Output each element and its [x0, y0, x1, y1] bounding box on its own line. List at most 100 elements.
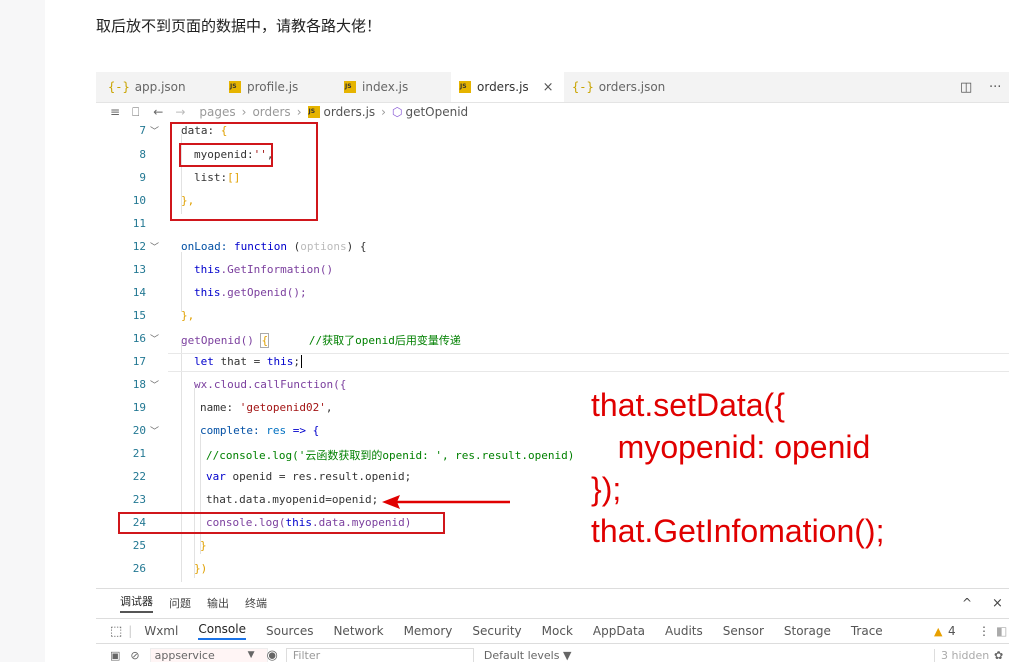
breadcrumb-item[interactable]: orders [252, 105, 290, 119]
line-number: 13 [132, 263, 146, 276]
breadcrumb-item[interactable]: orders.js [324, 105, 376, 119]
devtools-tab-trace[interactable]: Trace [851, 624, 883, 638]
devtools-tab-mock[interactable]: Mock [542, 624, 573, 638]
devtools-tab-appdata[interactable]: AppData [593, 624, 645, 638]
code-token: 'getopenid02' [239, 401, 326, 414]
code-token: var [206, 470, 226, 483]
code-token: let [194, 355, 214, 368]
line-number: 9 [139, 171, 146, 184]
code-token: that = [213, 355, 267, 368]
back-arrow-icon[interactable]: ← [153, 105, 163, 119]
bookmark-icon[interactable]: ⎕ [132, 105, 139, 120]
code-token: .getOpenid(); [220, 286, 307, 299]
panel-tab-debugger[interactable]: 调试器 [120, 593, 153, 613]
hidden-count: 3 hidden [934, 648, 989, 662]
bottom-panel-tabs: 调试器 问题 输出 终端 ^ × [96, 588, 1009, 617]
warning-icon[interactable]: ▲ [934, 625, 942, 638]
line-number: 15 [132, 309, 146, 322]
log-levels-select[interactable]: Default levels ▼ [484, 649, 572, 662]
close-icon[interactable]: × [543, 80, 554, 95]
line-number: 14 [132, 286, 146, 299]
tab-label: orders.json [598, 80, 666, 94]
chevron-down-icon[interactable]: ﹀ [150, 378, 159, 391]
indent-guide [181, 252, 182, 312]
line-number: 21 [132, 447, 146, 460]
gear-icon[interactable]: ✿ [994, 649, 1003, 662]
devtools-tab-sources[interactable]: Sources [266, 624, 313, 638]
line-number: 11 [132, 217, 146, 230]
console-filter-input[interactable]: Filter [285, 647, 474, 662]
tab-index-js[interactable]: index.js [344, 72, 408, 102]
code-token: ; [293, 355, 300, 368]
more-actions-icon[interactable]: ··· [989, 72, 1001, 102]
collapse-panel-icon[interactable]: ^ [962, 596, 972, 610]
devtools-tab-storage[interactable]: Storage [784, 624, 831, 638]
line-number: 16 [132, 332, 146, 345]
code-token: function [233, 240, 287, 253]
tab-profile-js[interactable]: profile.js [229, 72, 298, 102]
sidebar-toggle-icon[interactable]: ▣ [110, 649, 120, 662]
chevron-down-icon[interactable]: ﹀ [150, 240, 159, 253]
code-token: this [266, 355, 294, 368]
code-token: name: [200, 401, 240, 414]
indent-guide [194, 388, 195, 578]
line-number: 26 [132, 562, 146, 575]
chevron-down-icon[interactable]: ﹀ [150, 332, 159, 345]
forward-arrow-icon[interactable]: → [175, 105, 185, 119]
devtools-tab-console[interactable]: Console [198, 622, 246, 640]
separator: | [128, 624, 133, 638]
line-number: 7 [139, 124, 146, 137]
panel-tab-problems[interactable]: 问题 [169, 595, 191, 611]
split-editor-icon[interactable]: ◫ [960, 72, 972, 102]
dropdown-caret-icon: ▼ [247, 650, 255, 660]
code-token: openid = res.result.openid; [225, 470, 412, 483]
breadcrumb-item[interactable]: getOpenid [405, 105, 468, 119]
code-token: ( [286, 240, 301, 253]
line-number: 12 [132, 240, 146, 253]
chevron-down-icon[interactable]: ﹀ [150, 424, 159, 437]
json-file-icon: {-} [108, 80, 130, 94]
tab-orders-json[interactable]: {-} orders.json [572, 72, 665, 102]
code-token: this [194, 286, 221, 299]
code-token: onLoad: [181, 240, 234, 253]
devtools-tab-network[interactable]: Network [333, 624, 383, 638]
code-token: getOpenid() [181, 334, 261, 347]
code-line: getOpenid() { //获取了openid后用变量传递 [181, 332, 461, 348]
more-options-icon[interactable]: ⋮ [978, 624, 990, 638]
tab-app-json[interactable]: {-} app.json [108, 72, 186, 102]
devtools-tab-sensor[interactable]: Sensor [723, 624, 764, 638]
code-token: this [194, 263, 221, 276]
close-panel-icon[interactable]: × [992, 596, 1003, 611]
js-file-icon [459, 81, 471, 93]
method-cube-icon: ⬡ [391, 105, 403, 119]
warning-count: 4 [948, 624, 956, 638]
dock-side-icon[interactable]: ◧ [996, 624, 1007, 638]
eye-icon[interactable]: ◉ [267, 648, 278, 662]
tab-label: app.json [134, 80, 186, 94]
breadcrumb-item[interactable]: pages [199, 105, 235, 119]
chevron-down-icon[interactable]: ﹀ [150, 124, 159, 137]
inspect-element-icon[interactable]: ⬚ [110, 624, 122, 639]
code-token: , [325, 401, 333, 414]
panel-tab-output[interactable]: 输出 [207, 595, 229, 611]
console-toolbar: ▣ ⊘ appservice ▼ ◉ Filter Default levels… [96, 644, 1009, 662]
code-line: wx.cloud.callFunction({ [194, 378, 347, 391]
code-line: var openid = res.result.openid; [206, 470, 411, 483]
line-number: 19 [132, 401, 146, 414]
clear-console-icon[interactable]: ⊘ [130, 649, 139, 662]
line-number: 22 [132, 470, 146, 483]
code-token: //获取了openid后用变量传递 [269, 334, 461, 347]
setdata-annotation: that.setData({ myopenid: openid }); that… [591, 387, 885, 549]
line-number: 17 [132, 355, 146, 368]
code-line: this.GetInformation() [194, 263, 333, 276]
code-token: => { [286, 424, 320, 437]
devtools-tab-security[interactable]: Security [472, 624, 521, 638]
chevron-right-icon: › [241, 105, 247, 119]
devtools-tab-audits[interactable]: Audits [665, 624, 703, 638]
tab-orders-js[interactable]: orders.js × [451, 72, 564, 102]
devtools-tab-memory[interactable]: Memory [404, 624, 453, 638]
myopenid-highlight-box [179, 143, 273, 167]
devtools-tab-wxml[interactable]: Wxml [144, 624, 178, 638]
list-icon[interactable]: ≡ [110, 105, 120, 119]
panel-tab-terminal[interactable]: 终端 [245, 595, 267, 611]
